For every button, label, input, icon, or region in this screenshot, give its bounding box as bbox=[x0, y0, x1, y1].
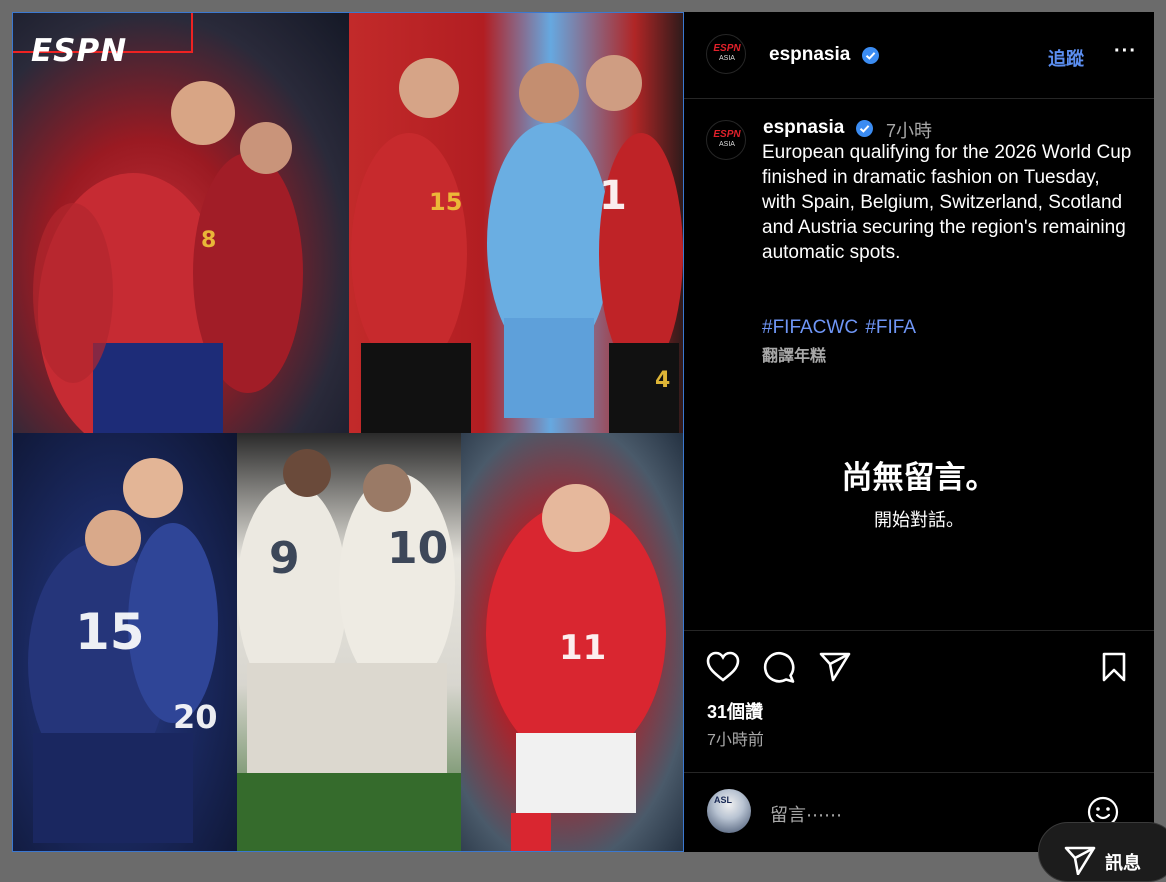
messages-button[interactable]: 訊息 bbox=[1038, 822, 1166, 882]
jersey-number: 20 bbox=[173, 698, 218, 736]
caption-username[interactable]: espnasia bbox=[763, 117, 844, 139]
messages-label: 訊息 bbox=[1105, 853, 1141, 873]
share-icon[interactable] bbox=[818, 651, 852, 688]
comment-input[interactable]: 留言⋯⋯ bbox=[770, 801, 842, 827]
post-image[interactable]: 8 15 1 4 15 20 9 10 11 ESPN bbox=[12, 12, 684, 852]
jersey-number: 15 bbox=[75, 603, 145, 661]
avatar-text: ASL bbox=[714, 795, 732, 805]
avatar[interactable]: ESPN ASIA bbox=[706, 34, 746, 74]
avatar[interactable]: ESPN ASIA bbox=[706, 120, 746, 160]
post-date[interactable]: 7小時前 bbox=[707, 726, 764, 750]
jersey-number: 8 bbox=[201, 228, 217, 253]
post-header: ESPN ASIA espnasia 追蹤 ··· bbox=[684, 12, 1154, 99]
empty-comments-title: 尚無留言。 bbox=[841, 460, 997, 495]
username-link[interactable]: espnasia bbox=[769, 44, 850, 66]
empty-comments-subtitle: 開始對話。 bbox=[874, 510, 964, 530]
avatar: ASL bbox=[707, 789, 751, 833]
comment-icon[interactable] bbox=[762, 651, 796, 688]
verified-badge-icon bbox=[856, 120, 873, 137]
verified-badge-icon bbox=[862, 47, 879, 64]
photo-spain: 8 bbox=[13, 13, 349, 433]
heart-icon[interactable] bbox=[706, 651, 740, 688]
jersey-number: 4 bbox=[655, 368, 671, 393]
photo-belgium: 15 1 4 bbox=[349, 13, 683, 433]
more-options-icon[interactable]: ··· bbox=[1114, 40, 1137, 63]
avatar-subtitle: ASIA bbox=[719, 55, 735, 62]
jersey-number: 15 bbox=[429, 188, 463, 216]
jersey-number: 11 bbox=[559, 628, 607, 668]
send-icon bbox=[1064, 846, 1096, 875]
see-translation-link[interactable]: 翻譯年糕 bbox=[762, 342, 826, 366]
post-caption: European qualifying for the 2026 World C… bbox=[762, 142, 1132, 263]
jersey-number: 1 bbox=[599, 173, 627, 219]
photo-switzerland: 9 10 bbox=[237, 433, 461, 851]
espn-logo: ESPN bbox=[713, 43, 741, 54]
photo-austria: 11 bbox=[461, 433, 683, 851]
post-sidebar: ESPN ASIA espnasia 追蹤 ··· ESPN ASIA espn… bbox=[684, 12, 1154, 852]
avatar-subtitle: ASIA bbox=[719, 141, 735, 148]
jersey-number: 9 bbox=[269, 533, 300, 584]
hashtags[interactable]: #FIFACWC #FIFA bbox=[762, 317, 916, 339]
post-modal: 8 15 1 4 15 20 9 10 11 ESPN ESPN ASIA es… bbox=[12, 12, 1154, 852]
photo-scotland: 15 20 bbox=[13, 433, 237, 851]
espn-logo: ESPN bbox=[713, 129, 741, 140]
jersey-number: 10 bbox=[387, 523, 449, 574]
follow-button[interactable]: 追蹤 bbox=[1048, 45, 1084, 71]
like-count[interactable]: 31個讚 bbox=[707, 698, 763, 724]
espn-logo: ESPN bbox=[31, 33, 128, 69]
bookmark-icon[interactable] bbox=[1100, 651, 1128, 688]
